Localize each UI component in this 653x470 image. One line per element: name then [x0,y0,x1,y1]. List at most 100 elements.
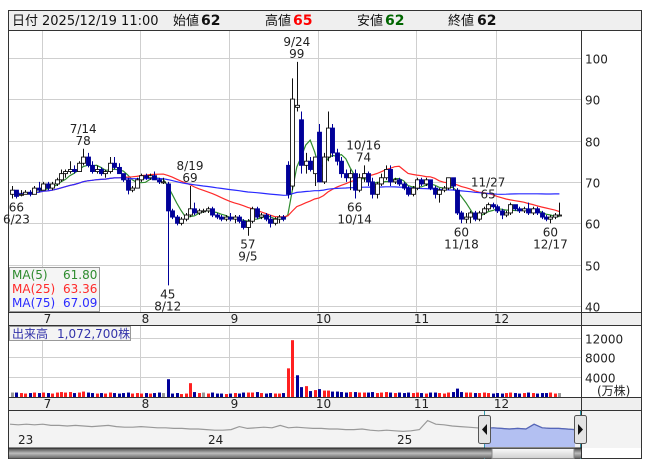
volume-bar [465,392,468,397]
nav-left-handle[interactable] [478,415,491,444]
volume-bar [158,392,161,397]
legend-ma75-label: MA(75) [12,296,55,310]
candle-body [451,177,456,187]
volume-bar [460,392,463,397]
candle-body [99,169,104,175]
volume-bar [242,392,245,397]
volume-bar [47,393,50,397]
volume-bar [189,383,192,397]
candle-body [148,175,153,179]
candle-body [192,208,197,214]
annotation-value: 69 [182,171,197,185]
volume-total: 1,072,700株 [57,326,130,341]
candle-body [112,162,117,168]
volume-bar [420,393,423,397]
open-label: 始値 [173,13,199,29]
volume-bar [443,393,446,397]
candle-body [170,210,175,218]
volume-bar [118,393,121,397]
candle-body [424,179,429,185]
volume-bar [492,393,495,397]
volume-bar [216,393,219,397]
month-label: 8 [142,397,150,411]
volume-bar [91,393,94,397]
candle-body [326,127,331,158]
candle-body [473,212,478,220]
volume-bar [162,393,165,397]
candle-body [535,208,540,214]
legend-ma5-label: MA(5) [12,268,48,282]
candle-body [72,169,77,172]
volume-bar [104,393,107,397]
volume-bar [371,392,374,397]
month-label: 8 [142,312,150,326]
candle-body [335,152,340,162]
volume-bar [305,386,308,397]
price-tick-label: 90 [585,94,600,108]
candle-body [397,179,402,185]
candle-body [393,179,398,183]
volume-unit: (万株) [597,383,630,398]
candle-body [86,156,91,166]
volume-bar [354,392,357,397]
candle-body [201,210,206,213]
month-label: 10 [316,397,331,411]
volume-bar [291,340,294,397]
candle-body [495,206,500,212]
candle-body [219,216,224,220]
volume-bar [505,393,508,397]
volume-bar [300,387,303,397]
candle-body [375,183,380,195]
candle-body [411,187,416,195]
candle-body [557,214,562,217]
volume-bar [202,392,205,397]
nav-right-handle[interactable] [574,415,587,444]
volume-bar [225,394,228,397]
candle [508,202,513,216]
price-tick-label: 100 [585,53,608,67]
volume-bar [287,368,290,397]
volume-bar [78,392,81,397]
candle-body [281,216,286,220]
candle-body [228,216,233,220]
candle-body [63,171,68,175]
candle-body [130,187,135,191]
volume-bar [153,393,156,397]
candle-body [14,189,19,197]
annotation-value: 99 [289,47,304,61]
volume-bar [523,393,526,397]
legend-ma75-value: 67.09 [63,296,97,310]
volume-bar [113,393,116,397]
volume-bar [211,392,214,397]
volume-bar [483,392,486,397]
date-label: 日付 [12,14,38,29]
candle-body [206,208,211,212]
candle-body [41,183,46,191]
volume-bar [256,392,259,397]
candle-body [184,214,189,220]
volume-bar [541,393,544,397]
candle-body [313,156,318,175]
candle-body [384,169,389,179]
stock-chart: 日付 2025/12/19 11:00 始値 62 高値 65 安値 62 終値… [3,10,642,459]
candle-body [103,171,108,175]
candle-body [348,173,353,179]
scrollbar-thumb[interactable] [491,448,575,459]
volume-bar [82,391,85,397]
volume-bar [260,393,263,397]
volume-bar [389,392,392,397]
candle-body [370,181,375,195]
volume-bar [403,393,406,397]
volume-bar [514,393,517,397]
annotation-value: 78 [76,134,91,148]
candle-body [179,218,184,224]
candle-body [95,169,100,172]
volume-bar [407,392,410,397]
candle-body [273,218,278,224]
volume-bar [64,392,67,397]
annotation-date: 11/18 [444,237,479,251]
candle-body [517,208,522,212]
price-tick-label: 80 [585,136,600,150]
volume-bar [558,393,561,397]
candle-body [264,214,269,220]
